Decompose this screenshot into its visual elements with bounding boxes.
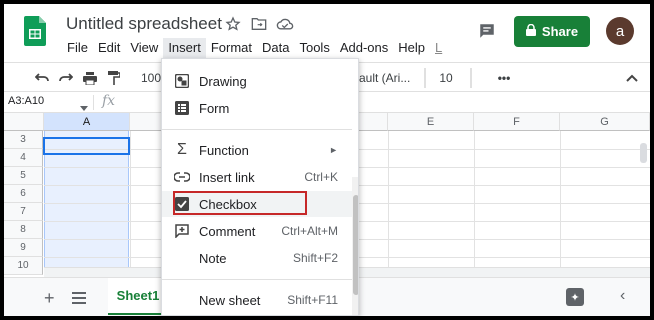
- grid-line: [130, 131, 131, 277]
- menu-item-form[interactable]: Form: [162, 95, 352, 121]
- menu-view[interactable]: View: [125, 38, 163, 58]
- select-all-corner[interactable]: [4, 113, 44, 131]
- column-header-a[interactable]: A: [44, 113, 130, 131]
- menu-data[interactable]: Data: [257, 38, 294, 58]
- more-options-icon[interactable]: •••: [494, 68, 514, 88]
- name-box[interactable]: A3:A10: [8, 95, 44, 107]
- chevron-up-icon[interactable]: [624, 68, 640, 88]
- menu-tools[interactable]: Tools: [294, 38, 334, 58]
- row-header[interactable]: 10: [4, 257, 43, 275]
- menu-separator: [162, 279, 352, 280]
- menu-item-label: Form: [199, 100, 230, 116]
- zoom-select[interactable]: 100: [140, 68, 162, 88]
- fx-icon: fx: [102, 93, 116, 109]
- app-window: Untitled spreadsheet File Edit View Inse…: [4, 4, 650, 316]
- menu-item-label: Drawing: [199, 73, 247, 89]
- insert-menu: Drawing Form Σ Function ► Insert link Ct…: [161, 58, 359, 316]
- undo-icon[interactable]: [32, 68, 52, 88]
- font-size-select[interactable]: 10: [438, 68, 454, 88]
- menu-item-note[interactable]: Note Shift+F2: [162, 245, 352, 271]
- star-icon[interactable]: [223, 14, 243, 34]
- sheet-tab[interactable]: Sheet1: [108, 278, 168, 315]
- cloud-status-icon[interactable]: [275, 14, 295, 34]
- last-edit-link[interactable]: L: [430, 38, 447, 58]
- menu-item-label: Comment: [199, 223, 256, 239]
- row-header[interactable]: 9: [4, 239, 43, 257]
- chevron-left-icon[interactable]: ‹: [620, 287, 625, 305]
- comment-add-icon: [174, 223, 190, 239]
- explore-icon[interactable]: ✦: [566, 288, 584, 306]
- submenu-arrow-icon: ►: [329, 145, 338, 155]
- menu-item-shortcut: Ctrl+K: [304, 170, 338, 184]
- vertical-scrollbar[interactable]: [640, 143, 647, 163]
- row-header[interactable]: 6: [4, 185, 43, 203]
- grid-line: [388, 131, 389, 277]
- menu-item-new-sheet[interactable]: New sheet Shift+F11: [162, 287, 352, 313]
- menu-item-shortcut: Shift+F11: [287, 293, 338, 307]
- menu-item-comment[interactable]: Comment Ctrl+Alt+M: [162, 218, 352, 244]
- redo-icon[interactable]: [56, 68, 76, 88]
- highlight-box: [173, 191, 307, 215]
- add-sheet-icon[interactable]: +: [44, 289, 55, 307]
- print-icon[interactable]: [80, 68, 100, 88]
- sigma-icon: Σ: [177, 141, 187, 158]
- menu-item-label: Insert link: [199, 169, 255, 185]
- row-header[interactable]: 7: [4, 203, 43, 221]
- link-icon: [174, 169, 190, 185]
- menu-bar: File Edit View Insert Format Data Tools …: [62, 38, 447, 58]
- menu-help[interactable]: Help: [393, 38, 430, 58]
- menu-item-function[interactable]: Σ Function ►: [162, 137, 352, 163]
- menu-item-label: Function: [199, 142, 249, 158]
- menu-addons[interactable]: Add-ons: [335, 38, 393, 58]
- paint-format-icon[interactable]: [104, 68, 124, 88]
- menu-item-drawing[interactable]: Drawing: [162, 68, 352, 94]
- toolbar-divider: [424, 68, 426, 88]
- menu-edit[interactable]: Edit: [93, 38, 125, 58]
- move-folder-icon[interactable]: [249, 14, 269, 34]
- menu-item-shortcut: Ctrl+Alt+M: [281, 224, 338, 238]
- active-cell[interactable]: [43, 137, 130, 155]
- menu-file[interactable]: File: [62, 38, 93, 58]
- document-title[interactable]: Untitled spreadsheet: [66, 14, 222, 34]
- lock-icon: [525, 23, 536, 39]
- menu-separator: [162, 129, 352, 130]
- menu-scrollbar-thumb[interactable]: [353, 195, 358, 295]
- menu-item-label: New sheet: [199, 292, 261, 308]
- account-avatar[interactable]: a: [606, 17, 634, 45]
- row-header[interactable]: 4: [4, 149, 43, 167]
- menu-format[interactable]: Format: [206, 38, 257, 58]
- menu-item-insert-link[interactable]: Insert link Ctrl+K: [162, 164, 352, 190]
- comment-history-icon[interactable]: [478, 22, 498, 42]
- font-family-select[interactable]: ault (Ari...: [359, 68, 423, 88]
- drawing-icon: [174, 73, 190, 89]
- column-header-f[interactable]: F: [474, 113, 560, 131]
- share-button[interactable]: Share: [514, 16, 590, 47]
- form-icon: [174, 100, 190, 116]
- all-sheets-icon[interactable]: [72, 291, 86, 304]
- row-header[interactable]: 8: [4, 221, 43, 239]
- toolbar-divider: [470, 68, 472, 88]
- row-header[interactable]: 5: [4, 167, 43, 185]
- formula-divider: [93, 95, 94, 110]
- menu-item-shortcut: Shift+F2: [292, 251, 338, 265]
- column-header-e[interactable]: E: [388, 113, 474, 131]
- grid-line: [560, 131, 561, 277]
- menu-insert[interactable]: Insert: [163, 38, 206, 58]
- grid-line: [474, 131, 475, 277]
- share-label: Share: [541, 24, 579, 39]
- column-header-g[interactable]: G: [560, 113, 650, 131]
- menu-item-label: Note: [199, 250, 227, 266]
- sheets-logo-icon[interactable]: [24, 16, 46, 46]
- row-header[interactable]: 3: [4, 131, 43, 149]
